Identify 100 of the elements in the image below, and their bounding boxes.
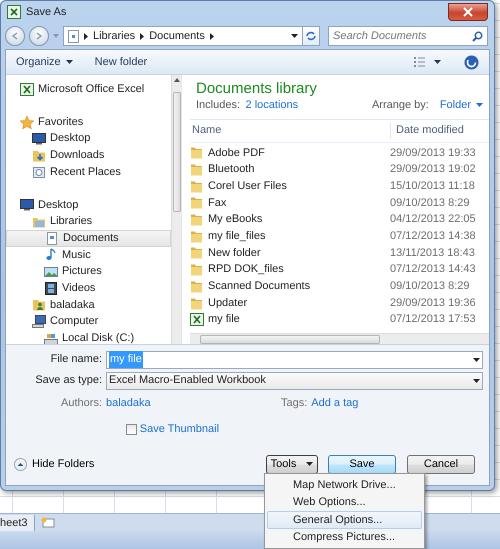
folder-icon	[190, 280, 204, 293]
breadcrumb[interactable]: Documents	[149, 28, 205, 44]
save-as-type-dropdown[interactable]: Excel Macro-Enabled Workbook	[106, 372, 483, 390]
scroll-up-arrow-icon[interactable]	[174, 78, 180, 82]
refresh-icon	[305, 31, 317, 41]
folder-icon	[190, 296, 204, 310]
music-note-icon	[44, 248, 58, 262]
cancel-button[interactable]: Cancel	[407, 454, 475, 474]
refresh-button[interactable]	[302, 26, 320, 46]
close-button[interactable]	[448, 3, 488, 21]
nav-item[interactable]: Desktop	[6, 130, 171, 148]
save-as-type-label: Save as type:	[34, 373, 103, 388]
tools-button[interactable]: Tools	[266, 454, 318, 474]
date-modified: 13/11/2013 18:43	[390, 246, 475, 261]
film-icon	[44, 282, 58, 295]
authors-label: Authors:	[60, 396, 103, 411]
nav-item[interactable]: Libraries	[6, 213, 171, 230]
file-name[interactable]: New folder	[208, 244, 261, 262]
file-name[interactable]: Fax	[208, 194, 226, 212]
back-button[interactable]	[5, 26, 25, 46]
library-title: Documents library	[196, 80, 317, 97]
checkbox[interactable]	[126, 424, 137, 435]
arrow-left-icon	[10, 31, 20, 41]
arrange-by-dropdown[interactable]: Folder	[440, 97, 483, 114]
sheet-tab[interactable]: heet3	[0, 514, 35, 530]
window-title: Save As	[26, 4, 66, 20]
date-modified: 07/12/2013 14:38	[390, 229, 476, 244]
hide-folders-button[interactable]: Hide Folders	[14, 456, 94, 472]
locations-link[interactable]: 2 locations	[246, 97, 298, 114]
organize-button[interactable]: Organize	[16, 54, 73, 70]
computer-icon	[32, 315, 46, 328]
chevron-right-icon	[140, 32, 144, 40]
column-header[interactable]: Date modified	[390, 122, 464, 139]
document-icon	[45, 232, 59, 245]
nav-item[interactable]: Microsoft Office Excel	[6, 81, 171, 98]
caret-icon[interactable]	[473, 378, 480, 382]
caret-icon	[66, 60, 73, 64]
file-name[interactable]: My eBooks	[208, 211, 262, 228]
insert-sheet-icon[interactable]	[40, 517, 55, 528]
add-tag-link[interactable]: Add a tag	[311, 394, 358, 412]
save-button[interactable]: Save	[328, 454, 396, 474]
star-icon	[20, 116, 34, 129]
file-name[interactable]: my file	[208, 311, 240, 328]
user-folder-icon	[32, 298, 46, 312]
nav-item[interactable]: Videos	[6, 280, 171, 297]
date-modified: 09/10/2013 8:29	[390, 279, 470, 294]
excel-icon	[20, 82, 34, 96]
scrollbar[interactable]	[171, 75, 181, 344]
folder-icon	[190, 196, 204, 210]
monitor-icon	[20, 198, 34, 212]
caret-icon[interactable]	[473, 358, 480, 362]
close-icon	[463, 7, 473, 17]
file-name[interactable]: Adobe PDF	[208, 144, 265, 162]
date-modified: 29/09/2013 19:36	[390, 296, 476, 311]
address-bar[interactable]: Libraries Documents	[63, 26, 303, 46]
menu-item[interactable]: General Options...	[267, 511, 422, 528]
folder-icon	[190, 146, 204, 160]
folder-icon	[190, 213, 204, 226]
file-name[interactable]: my file_files	[208, 228, 266, 245]
nav-item[interactable]: Local Disk (C:)	[6, 330, 171, 344]
nav-item[interactable]: Music	[6, 246, 171, 264]
menu-item[interactable]: Web Options...	[267, 494, 422, 511]
authors-link[interactable]: baladaka	[106, 394, 281, 412]
nav-item[interactable]: Favorites	[6, 114, 171, 130]
nav-item[interactable]: Documents	[6, 230, 171, 246]
forward-button[interactable]	[29, 26, 49, 46]
chevron-right-icon	[84, 32, 88, 40]
new-folder-button[interactable]: New folder	[94, 54, 148, 70]
date-modified: 04/12/2013 22:05	[390, 212, 476, 228]
nav-item[interactable]: Downloads	[6, 147, 171, 164]
pictures-icon	[44, 265, 58, 278]
date-modified: 09/10/2013 8:29	[390, 196, 470, 211]
caret-icon	[476, 103, 483, 108]
folder-icon	[190, 263, 204, 276]
file-name[interactable]: RPD DOK_files	[208, 261, 284, 278]
search-icon[interactable]	[472, 31, 483, 42]
search-field[interactable]: Search Documents	[328, 26, 488, 46]
column-header[interactable]: Name	[190, 122, 390, 139]
chevron-right-icon	[210, 32, 214, 40]
file-name[interactable]: Corel User Files	[208, 178, 287, 194]
menu-item[interactable]: Map Network Drive...	[267, 476, 422, 494]
collapse-up-icon	[14, 458, 27, 470]
save-thumbnail-label[interactable]: Save Thumbnail	[140, 421, 220, 438]
horizontal-scrollbar[interactable]	[190, 333, 489, 344]
dropdown-arrow-icon[interactable]	[291, 34, 298, 38]
folder-icon	[190, 230, 204, 243]
view-options-icon[interactable]	[414, 56, 442, 68]
file-name-label: File name:	[50, 352, 103, 368]
excel-icon	[7, 5, 21, 19]
date-modified: 29/09/2013 19:02	[390, 162, 476, 178]
file-name[interactable]: Scanned Documents	[208, 278, 310, 295]
nav-item[interactable]: Computer	[6, 313, 171, 330]
nav-item[interactable]: Desktop	[6, 196, 171, 214]
nav-item[interactable]: baladaka	[6, 296, 171, 314]
file-name[interactable]: Updater	[208, 294, 248, 312]
nav-item[interactable]: Pictures	[6, 263, 171, 280]
menu-item[interactable]: Compress Pictures...	[267, 528, 422, 546]
file-name[interactable]: Bluetooth	[208, 161, 254, 178]
breadcrumb[interactable]: Libraries	[93, 28, 136, 44]
nav-item[interactable]: Recent Places	[6, 164, 171, 180]
